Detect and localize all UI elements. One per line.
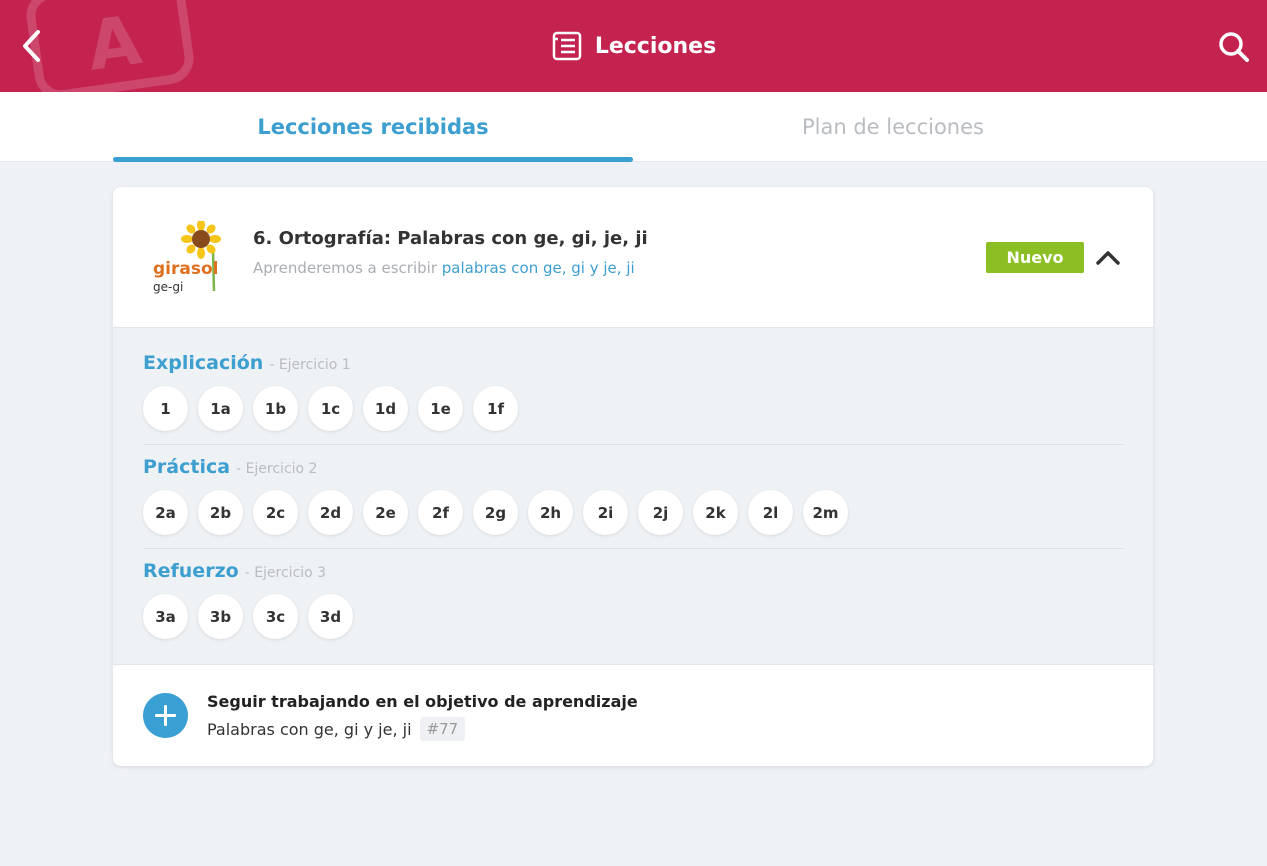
chevron-up-icon [1096, 251, 1120, 265]
list-icon [552, 31, 582, 61]
lesson-card: girasol ge-gi 6. Ortografía: Palabras co… [113, 187, 1153, 766]
learning-goal-text: Palabras con ge, gi y je, ji [207, 719, 412, 739]
exercise-pill[interactable]: 2j [638, 490, 683, 535]
exercise-pill[interactable]: 1d [363, 386, 408, 431]
lesson-subtitle-highlight: palabras con ge, gi y je, ji [441, 259, 635, 277]
section-refuerzo: Refuerzo - Ejercicio 3 3a 3b 3c 3d [143, 560, 1123, 639]
exercise-pill[interactable]: 1a [198, 386, 243, 431]
page-title: Lecciones [594, 33, 717, 59]
section-explicacion: Explicación - Ejercicio 1 1 1a 1b 1c 1d … [143, 352, 1123, 431]
logo-sub-text: ge-gi [153, 280, 184, 294]
exercise-pill[interactable]: 2l [748, 490, 793, 535]
tab-plan-de-lecciones[interactable]: Plan de lecciones [633, 92, 1153, 162]
app-header: A Lecciones [0, 0, 1267, 92]
logo-brand-text: girasol [153, 259, 219, 279]
exercise-pill[interactable]: 2m [803, 490, 848, 535]
section-practica: Práctica - Ejercicio 2 2a 2b 2c 2d 2e 2f… [143, 456, 1123, 535]
section-divider [143, 548, 1123, 549]
exercise-pill[interactable]: 2i [583, 490, 628, 535]
exercise-pill[interactable]: 1c [308, 386, 353, 431]
exercise-pill[interactable]: 2g [473, 490, 518, 535]
exercise-pill[interactable]: 1b [253, 386, 298, 431]
lesson-subtitle: Aprenderemos a escribir palabras con ge,… [253, 259, 635, 277]
tab-lecciones-recibidas[interactable]: Lecciones recibidas [113, 92, 633, 162]
exercise-pill[interactable]: 1 [143, 386, 188, 431]
lesson-logo: girasol ge-gi [149, 221, 229, 301]
exercise-pill[interactable]: 2h [528, 490, 573, 535]
exercise-pill[interactable]: 1e [418, 386, 463, 431]
exercise-pill[interactable]: 2c [253, 490, 298, 535]
learning-goal-tag[interactable]: #77 [419, 717, 466, 741]
exercise-pill[interactable]: 2b [198, 490, 243, 535]
section-title: Práctica [143, 456, 231, 478]
exercise-pill[interactable]: 3b [198, 594, 243, 639]
exercise-pill[interactable]: 1f [473, 386, 518, 431]
section-title: Refuerzo [143, 560, 239, 582]
section-exercise-label: - Ejercicio 1 [269, 357, 351, 373]
section-title: Explicación [143, 352, 264, 374]
search-button[interactable] [1217, 30, 1251, 64]
sunflower-icon [181, 221, 221, 292]
exercise-pill[interactable]: 2e [363, 490, 408, 535]
exercise-pill[interactable]: 2d [308, 490, 353, 535]
exercise-pill[interactable]: 3c [253, 594, 298, 639]
active-tab-indicator [113, 157, 633, 162]
section-divider [143, 444, 1123, 445]
header-title-group: Lecciones [0, 0, 1267, 92]
plus-icon[interactable] [143, 693, 188, 738]
learning-goal-footer: Seguir trabajando en el objetivo de apre… [113, 665, 1153, 766]
lesson-exercises: Explicación - Ejercicio 1 1 1a 1b 1c 1d … [113, 328, 1153, 665]
section-exercise-label: - Ejercicio 3 [244, 565, 327, 581]
status-badge: Nuevo [986, 242, 1084, 273]
section-exercise-label: - Ejercicio 2 [236, 461, 318, 477]
lesson-title: 6. Ortografía: Palabras con ge, gi, je, … [253, 228, 648, 249]
learning-goal-title: Seguir trabajando en el objetivo de apre… [207, 692, 638, 711]
exercise-pill[interactable]: 2f [418, 490, 463, 535]
tab-bar: Lecciones recibidas Plan de lecciones [0, 92, 1267, 162]
lesson-card-header[interactable]: girasol ge-gi 6. Ortografía: Palabras co… [113, 187, 1153, 328]
learning-goal-subtitle: Palabras con ge, gi y je, ji #77 [207, 717, 466, 741]
exercise-pill[interactable]: 3a [143, 594, 188, 639]
lesson-subtitle-prefix: Aprenderemos a escribir [253, 259, 442, 277]
exercise-pill[interactable]: 3d [308, 594, 353, 639]
search-icon [1219, 32, 1249, 62]
exercise-pill[interactable]: 2k [693, 490, 738, 535]
collapse-button[interactable] [1094, 245, 1122, 269]
exercise-pill[interactable]: 2a [143, 490, 188, 535]
